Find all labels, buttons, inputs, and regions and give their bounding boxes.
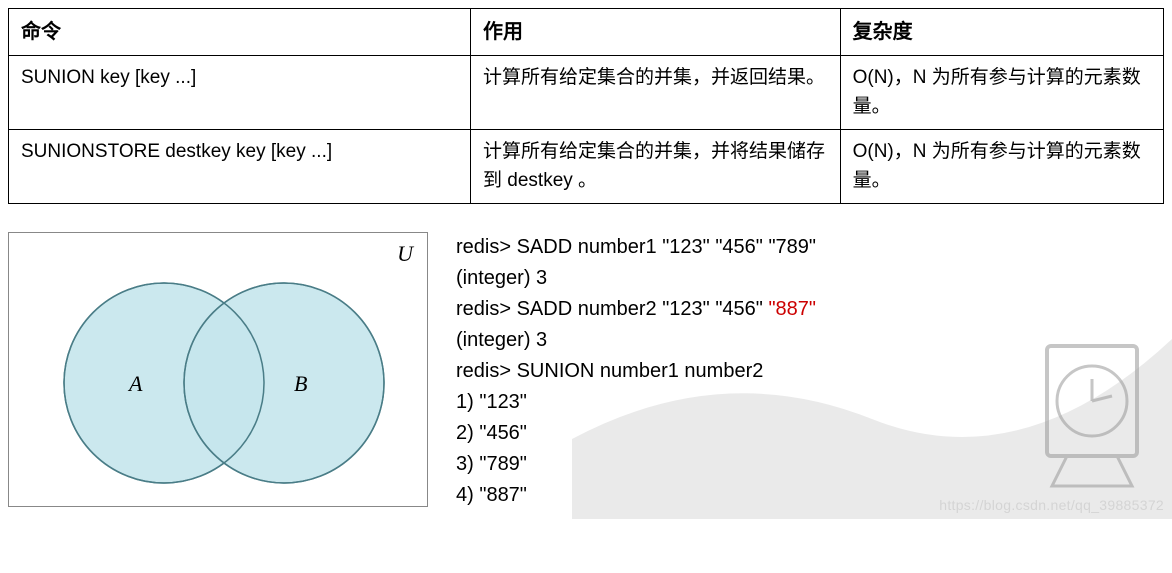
cell-desc: 计算所有给定集合的并集，并将结果储存到 destkey 。: [471, 130, 841, 204]
watermark: https://blog.csdn.net/qq_39885372: [939, 497, 1164, 513]
code-line: redis> SADD number2 "123" "456" "887": [456, 294, 816, 325]
lower-section: U A B redis> SADD number1 "123" "456" "7…: [8, 232, 1164, 511]
venn-u-label: U: [397, 241, 413, 267]
command-table: 命令 作用 复杂度 SUNION key [key ...] 计算所有给定集合的…: [8, 8, 1164, 204]
code-line: (integer) 3: [456, 263, 816, 294]
code-text: redis> SADD number2 "123" "456": [456, 298, 768, 320]
cell-cmd: SUNION key [key ...]: [9, 56, 471, 130]
venn-b-label: B: [294, 371, 307, 396]
cell-complexity: O(N)，N 为所有参与计算的元素数量。: [840, 56, 1163, 130]
cell-cmd: SUNIONSTORE destkey key [key ...]: [9, 130, 471, 204]
code-line: redis> SUNION number1 number2: [456, 356, 816, 387]
table-header-row: 命令 作用 复杂度: [9, 9, 1164, 56]
code-line: 2) "456": [456, 418, 816, 449]
cell-desc: 计算所有给定集合的并集，并返回结果。: [471, 56, 841, 130]
code-block: redis> SADD number1 "123" "456" "789" (i…: [456, 232, 816, 511]
code-line: 1) "123": [456, 387, 816, 418]
venn-a-label: A: [127, 371, 143, 396]
table-row: SUNION key [key ...] 计算所有给定集合的并集，并返回结果。 …: [9, 56, 1164, 130]
table-row: SUNIONSTORE destkey key [key ...] 计算所有给定…: [9, 130, 1164, 204]
venn-diagram: U A B: [8, 232, 428, 507]
code-line: (integer) 3: [456, 325, 816, 356]
code-line: 4) "887": [456, 480, 816, 511]
code-highlight: "887": [768, 298, 816, 320]
header-command: 命令: [9, 9, 471, 56]
header-desc: 作用: [471, 9, 841, 56]
code-line: 3) "789": [456, 449, 816, 480]
code-line: redis> SADD number1 "123" "456" "789": [456, 232, 816, 263]
venn-svg: A B: [9, 233, 429, 508]
cell-complexity: O(N)，N 为所有参与计算的元素数量。: [840, 130, 1163, 204]
header-complexity: 复杂度: [840, 9, 1163, 56]
